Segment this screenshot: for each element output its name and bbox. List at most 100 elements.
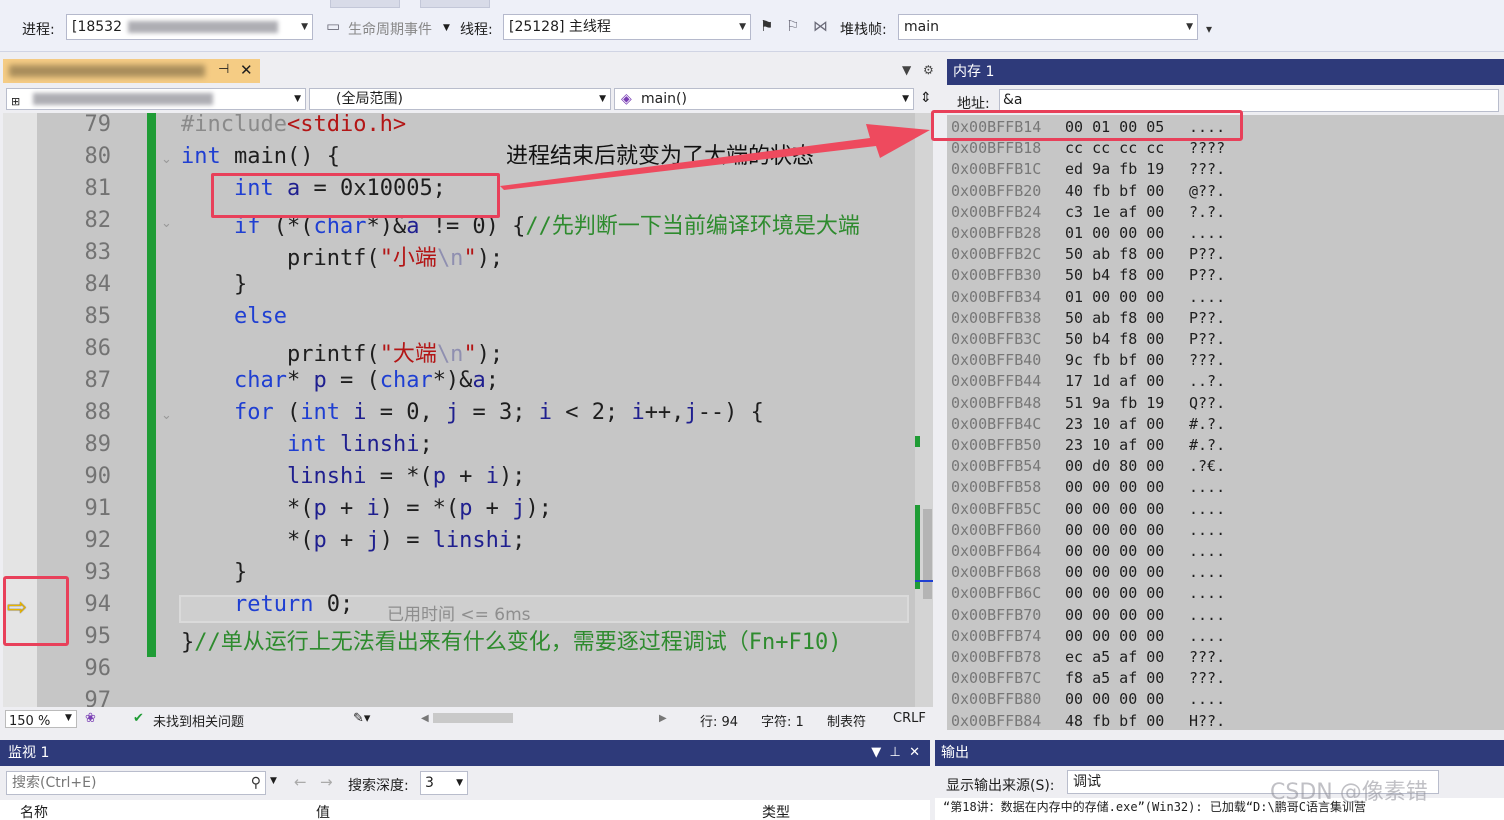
search-depth-dropdown[interactable]: 3 ▼ <box>420 771 468 795</box>
code-scrollbar[interactable] <box>915 113 933 707</box>
memory-bytes[interactable]: f8 a5 af 00 <box>1065 669 1164 687</box>
pin-icon[interactable]: ⊥ <box>890 745 901 760</box>
memory-row[interactable]: 0x00BFFB20 40 fb bf 00 @??. <box>951 182 1225 200</box>
memory-row[interactable]: 0x00BFFB54 00 d0 80 00 .?€. <box>951 457 1225 475</box>
split-editor-icon[interactable]: ⇕ <box>920 90 932 106</box>
memory-bytes[interactable]: 00 00 00 00 <box>1065 563 1164 581</box>
memory-row[interactable]: 0x00BFFB18 cc cc cc cc???? <box>951 139 1225 157</box>
memory-bytes[interactable]: c3 1e af 00 <box>1065 203 1164 221</box>
chevron-down-icon[interactable]: ▼ <box>443 23 450 33</box>
tab-indicator[interactable]: 制表符 <box>827 711 866 730</box>
col-name[interactable]: 名称 <box>20 802 48 820</box>
fold-toggle-icon[interactable]: ⌄ <box>161 216 172 231</box>
memory-bytes[interactable]: ec a5 af 00 <box>1065 648 1164 666</box>
memory-row[interactable]: 0x00BFFB80 00 00 00 00.... <box>951 690 1225 708</box>
code-line[interactable]: *(p + i) = *(p + j); <box>181 496 552 521</box>
hscroll-thumb[interactable] <box>433 713 513 723</box>
code-line[interactable]: }//单从运行上无法看出来有什么变化，需要逐过程调试（Fn+F10) <box>181 624 841 656</box>
memory-row[interactable]: 0x00BFFB74 00 00 00 00.... <box>951 627 1225 645</box>
memory-row[interactable]: 0x00BFFB34 01 00 00 00.... <box>951 288 1225 306</box>
memory-bytes[interactable]: 00 00 00 00 <box>1065 521 1164 539</box>
memory-bytes[interactable]: 50 ab f8 00 <box>1065 309 1164 327</box>
thread-dropdown[interactable]: [25128] 主线程 ▼ <box>503 14 751 40</box>
issues-status[interactable]: 未找到相关问题 <box>153 711 244 730</box>
dropdown-icon[interactable]: ▼ <box>871 745 881 760</box>
memory-bytes[interactable]: 00 00 00 00 <box>1065 606 1164 624</box>
memory-bytes[interactable]: 50 b4 f8 00 <box>1065 330 1164 348</box>
memory-row[interactable]: 0x00BFFB30 50 b4 f8 00 P??. <box>951 266 1225 284</box>
memory-bytes[interactable]: ed 9a fb 19 <box>1065 160 1164 178</box>
memory-row[interactable]: 0x00BFFB50 23 10 af 00 #.?. <box>951 436 1225 454</box>
memory-bytes[interactable]: 01 00 00 00 <box>1065 288 1164 306</box>
memory-bytes[interactable]: 00 00 00 00 <box>1065 478 1164 496</box>
forward-icon[interactable]: → <box>320 773 333 791</box>
memory-row[interactable]: 0x00BFFB84 48 fb bf 00 H??. <box>951 712 1225 730</box>
close-icon[interactable]: ✕ <box>240 61 253 79</box>
memory-bytes[interactable]: cc cc cc cc <box>1065 139 1164 157</box>
memory-row[interactable]: 0x00BFFB5C 00 00 00 00.... <box>951 500 1225 518</box>
memory-row[interactable]: 0x00BFFB64 00 00 00 00.... <box>951 542 1225 560</box>
col-type[interactable]: 类型 <box>762 802 790 820</box>
fold-toggle-icon[interactable]: ⌄ <box>161 408 172 423</box>
memory-row[interactable]: 0x00BFFB3C 50 b4 f8 00 P??. <box>951 330 1225 348</box>
memory-bytes[interactable]: 50 ab f8 00 <box>1065 245 1164 263</box>
code-line[interactable]: int linshi; <box>181 432 433 457</box>
memory-bytes[interactable]: 00 00 00 00 <box>1065 500 1164 518</box>
memory-bytes[interactable]: 17 1d af 00 <box>1065 372 1164 390</box>
brush-icon[interactable]: ✎▾ <box>353 711 370 726</box>
memory-row[interactable]: 0x00BFFB6C 00 00 00 00.... <box>951 584 1225 602</box>
memory-row[interactable]: 0x00BFFB70 00 00 00 00.... <box>951 606 1225 624</box>
memory-row[interactable]: 0x00BFFB40 9c fb bf 00???. <box>951 351 1225 369</box>
platform-dropdown-partial[interactable] <box>420 0 490 8</box>
code-line[interactable]: return 0; <box>181 592 353 617</box>
split-icon[interactable]: ⋈ <box>813 17 828 35</box>
memory-row[interactable]: 0x00BFFB58 00 00 00 00.... <box>951 478 1225 496</box>
memory-bytes[interactable]: 00 d0 80 00 <box>1065 457 1164 475</box>
code-line[interactable]: #include<stdio.h> <box>181 113 406 137</box>
copilot-icon[interactable]: ❀ <box>85 711 96 726</box>
memory-bytes[interactable]: 01 00 00 00 <box>1065 224 1164 242</box>
gear-icon[interactable]: ⚙ <box>923 63 934 77</box>
chevron-down-icon[interactable]: ▼ <box>270 776 277 786</box>
code-line[interactable]: int main() { <box>181 144 340 169</box>
flag-icon[interactable]: ⚑ <box>760 17 773 35</box>
line-indicator[interactable]: 行: 94 <box>700 711 738 730</box>
memory-bytes[interactable]: 23 10 af 00 <box>1065 415 1164 433</box>
project-dropdown[interactable]: ⊞ ▼ <box>6 88 306 110</box>
close-icon[interactable]: ✕ <box>909 745 920 760</box>
stackframe-dropdown[interactable]: main ▼ <box>898 14 1198 40</box>
editor-tab[interactable]: ⊣ ✕ <box>3 59 260 83</box>
memory-row[interactable]: 0x00BFFB2C 50 ab f8 00 P??. <box>951 245 1225 263</box>
code-line[interactable]: else <box>181 304 287 329</box>
chevron-down-icon[interactable]: ▼ <box>65 713 72 723</box>
memory-row[interactable]: 0x00BFFB28 01 00 00 00.... <box>951 224 1225 242</box>
memory-bytes[interactable]: 00 00 00 00 <box>1065 690 1164 708</box>
function-dropdown[interactable]: ◈ main() ▼ <box>614 88 914 110</box>
scope-dropdown[interactable]: (全局范围) ▼ <box>309 88 611 110</box>
scroll-left-icon[interactable]: ◀ <box>421 713 429 724</box>
address-input[interactable]: &a <box>999 89 1499 112</box>
back-icon[interactable]: ← <box>294 773 307 791</box>
memory-row[interactable]: 0x00BFFB7C f8 a5 af 00???. <box>951 669 1225 687</box>
pin-icon[interactable]: ⊣ <box>218 62 229 77</box>
memory-bytes[interactable]: 50 b4 f8 00 <box>1065 266 1164 284</box>
memory-bytes[interactable]: 40 fb bf 00 <box>1065 182 1164 200</box>
memory-row[interactable]: 0x00BFFB48 51 9a fb 19 Q??. <box>951 394 1225 412</box>
code-line[interactable]: printf("大端\n"); <box>181 336 503 368</box>
memory-row[interactable]: 0x00BFFB68 00 00 00 00.... <box>951 563 1225 581</box>
code-line[interactable]: } <box>181 560 247 585</box>
memory-row[interactable]: 0x00BFFB4C 23 10 af 00 #.?. <box>951 415 1225 433</box>
memory-row[interactable]: 0x00BFFB38 50 ab f8 00 P??. <box>951 309 1225 327</box>
code-line[interactable]: char* p = (char*)&a; <box>181 368 499 393</box>
code-line[interactable]: linshi = *(p + i); <box>181 464 525 489</box>
lifecycle-events-button[interactable]: 生命周期事件 <box>348 19 432 39</box>
code-line[interactable]: } <box>181 272 247 297</box>
fold-toggle-icon[interactable]: ⌄ <box>161 152 172 167</box>
memory-bytes[interactable]: 23 10 af 00 <box>1065 436 1164 454</box>
scroll-thumb[interactable] <box>923 509 932 599</box>
memory-bytes[interactable]: 9c fb bf 00 <box>1065 351 1164 369</box>
memory-bytes[interactable]: 00 00 00 00 <box>1065 627 1164 645</box>
memory-row[interactable]: 0x00BFFB60 00 00 00 00.... <box>951 521 1225 539</box>
memory-grid[interactable]: 0x00BFFB14 00 01 00 05.... 0x00BFFB18 cc cc… <box>947 115 1504 730</box>
search-icon[interactable]: ⚲ <box>251 772 261 794</box>
